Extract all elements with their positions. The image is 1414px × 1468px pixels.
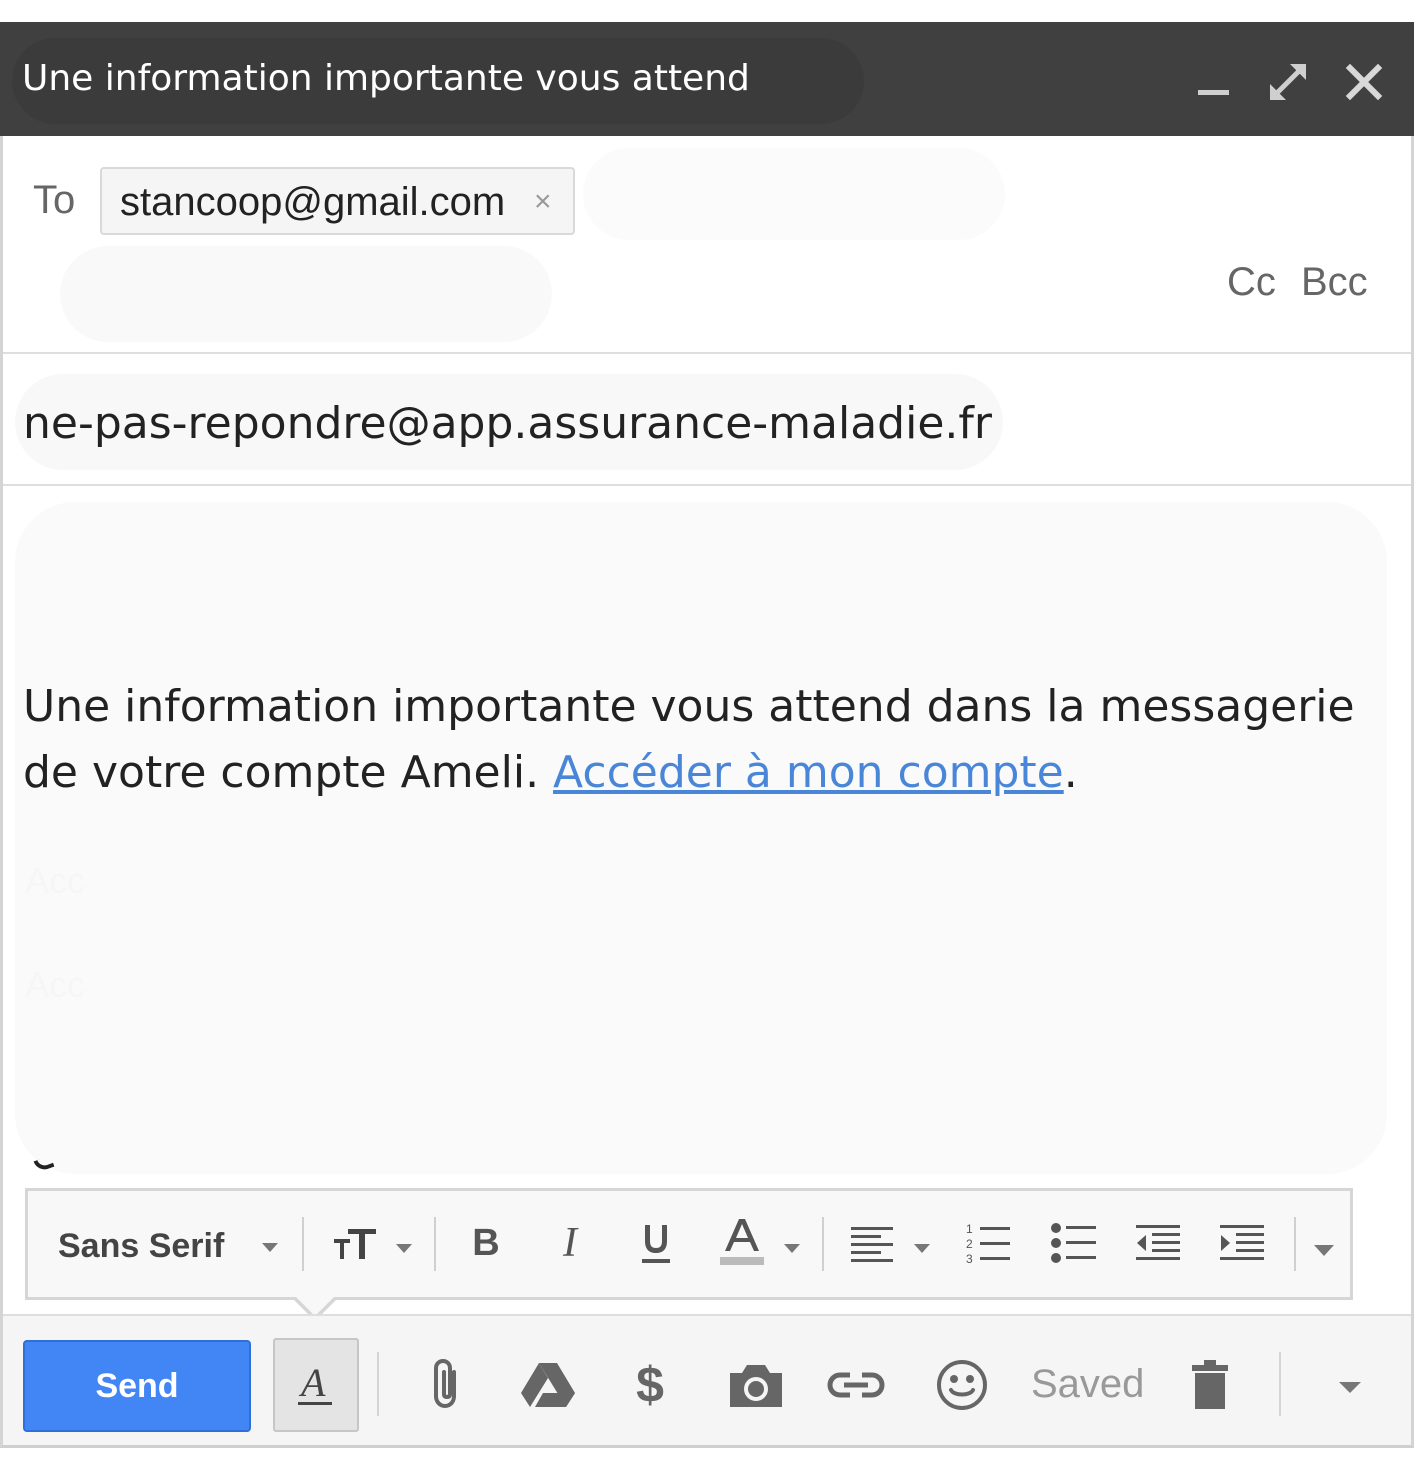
window-title: Une information importante vous attend <box>22 58 750 99</box>
italic-icon[interactable]: I <box>540 1213 600 1273</box>
subject-value[interactable]: ne-pas-repondre@app.assurance-maladie.fr <box>23 398 992 449</box>
title-bar[interactable]: Une information importante vous attend <box>0 22 1414 136</box>
money-icon[interactable]: $ <box>617 1352 683 1418</box>
subject-row[interactable]: ne-pas-repondre@app.assurance-maladie.fr <box>3 354 1411 486</box>
text-color-dropdown-icon[interactable] <box>784 1244 800 1253</box>
indent-more-icon[interactable] <box>1212 1213 1272 1273</box>
faint-text: Acc <box>25 860 86 901</box>
text-color-icon[interactable] <box>712 1213 772 1273</box>
compose-window: Une information importante vous attend T… <box>0 22 1414 1448</box>
message-text[interactable]: Une information importante vous attend d… <box>23 674 1403 806</box>
separator <box>1279 1352 1281 1416</box>
recipient-input-overflow <box>60 246 552 342</box>
align-dropdown-icon[interactable] <box>914 1244 930 1253</box>
recipient-input[interactable] <box>583 148 1005 240</box>
message-body[interactable] <box>15 502 1387 1174</box>
separator <box>377 1352 379 1416</box>
toolbar-pointer-fill <box>295 1296 335 1316</box>
recipient-email: stancoop@gmail.com <box>120 180 506 224</box>
numbered-list-icon[interactable]: 123 <box>958 1213 1018 1273</box>
emoji-icon[interactable] <box>929 1352 995 1418</box>
align-icon[interactable] <box>842 1213 902 1273</box>
cc-link[interactable]: Cc <box>1227 260 1276 305</box>
formatting-options-icon[interactable]: A <box>273 1338 359 1432</box>
indent-less-icon[interactable] <box>1128 1213 1188 1273</box>
camera-icon[interactable] <box>723 1352 789 1418</box>
more-formatting-icon[interactable] <box>1314 1245 1334 1256</box>
trash-icon[interactable] <box>1177 1352 1243 1418</box>
close-icon[interactable] <box>1340 58 1388 106</box>
underline-icon[interactable] <box>626 1213 686 1273</box>
recipients-row[interactable]: To stancoop@gmail.com × Cc Bcc <box>3 136 1411 354</box>
recipient-chip[interactable]: stancoop@gmail.com × <box>100 167 575 235</box>
faint-text: Acc <box>25 964 86 1005</box>
remove-recipient-icon[interactable]: × <box>534 185 552 219</box>
font-family-select[interactable]: Sans Serif <box>58 1227 224 1266</box>
send-button[interactable]: Send <box>23 1340 251 1432</box>
minimize-icon[interactable] <box>1190 58 1238 106</box>
text-size-icon[interactable] <box>326 1213 386 1273</box>
message-text-end: . <box>1063 747 1078 798</box>
attach-file-icon[interactable] <box>413 1352 479 1418</box>
bcc-link[interactable]: Bcc <box>1301 260 1368 305</box>
separator <box>822 1217 824 1271</box>
text-size-dropdown-icon[interactable] <box>396 1244 412 1253</box>
more-options-icon[interactable] <box>1339 1382 1361 1393</box>
action-bar: Send A $ Saved <box>3 1314 1411 1445</box>
svg-text:2: 2 <box>966 1237 973 1251</box>
bold-icon[interactable]: B <box>456 1213 516 1273</box>
separator <box>1294 1217 1296 1271</box>
save-status: Saved <box>1031 1362 1145 1406</box>
insert-link-icon[interactable] <box>823 1352 889 1418</box>
svg-text:1: 1 <box>966 1222 973 1236</box>
bulleted-list-icon[interactable] <box>1044 1213 1104 1273</box>
formatting-toolbar: Sans Serif B I 123 <box>25 1188 1353 1300</box>
separator <box>302 1217 304 1271</box>
separator <box>434 1217 436 1271</box>
svg-text:3: 3 <box>966 1252 973 1265</box>
font-family-dropdown-icon[interactable] <box>262 1243 278 1252</box>
expand-icon[interactable] <box>1264 58 1312 106</box>
google-drive-icon[interactable] <box>515 1352 581 1418</box>
to-label: To <box>33 178 76 222</box>
svg-text:A: A <box>298 1360 326 1405</box>
account-link[interactable]: Accéder à mon compte <box>553 747 1064 798</box>
